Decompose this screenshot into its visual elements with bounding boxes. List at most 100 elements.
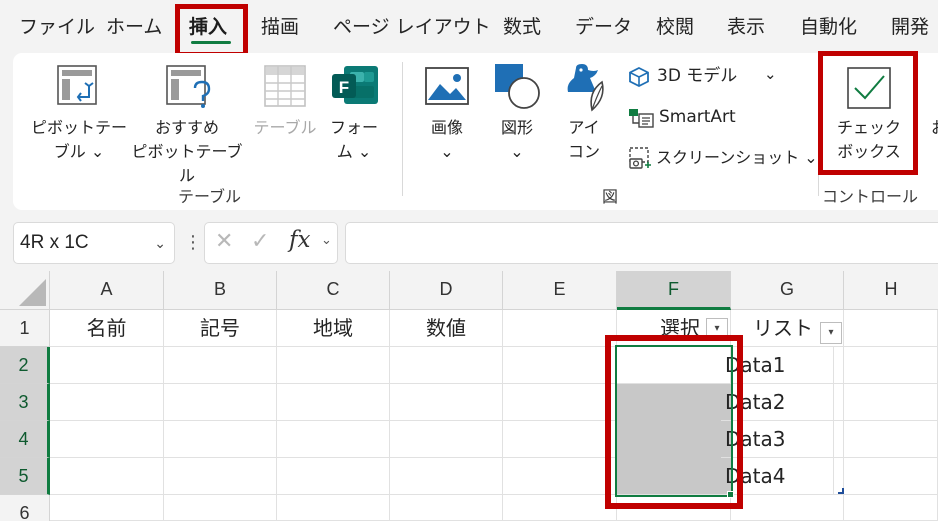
row-header-1[interactable]: 1 <box>0 310 50 347</box>
filter-dropdown-g-icon[interactable]: ▾ <box>820 322 842 344</box>
column-header-h[interactable]: H <box>844 271 938 310</box>
grid-cell[interactable] <box>390 458 503 495</box>
grid-cell[interactable] <box>503 458 617 495</box>
column-header-e[interactable]: E <box>503 271 617 310</box>
smartart-icon <box>629 109 654 128</box>
grid-cell[interactable] <box>277 421 390 458</box>
grid-cell[interactable] <box>503 495 617 521</box>
smartart-button[interactable]: SmartArt <box>659 105 736 129</box>
image-button[interactable]: 画像 ⌄ <box>418 116 476 164</box>
more-options-icon[interactable]: ⋮ <box>184 232 202 253</box>
row-header-5[interactable]: 5 <box>0 458 50 495</box>
grid-cell[interactable] <box>390 495 503 521</box>
grid-cell[interactable] <box>277 458 390 495</box>
grid-cell[interactable] <box>50 421 164 458</box>
grid-cell[interactable] <box>390 384 503 421</box>
grid-cell[interactable] <box>844 458 938 495</box>
grid-cell[interactable] <box>844 310 938 347</box>
grid-cell[interactable] <box>164 347 277 384</box>
tab-view[interactable]: 表示 <box>727 12 765 42</box>
grid-cell[interactable] <box>503 347 617 384</box>
grid-cell[interactable] <box>503 421 617 458</box>
table-button[interactable]: テーブル <box>251 116 319 140</box>
icons-icon <box>567 64 604 112</box>
grid-cell[interactable] <box>503 310 617 347</box>
function-chevron-icon[interactable]: ⌄ <box>321 233 332 248</box>
column-header-b[interactable]: B <box>164 271 277 310</box>
svg-text:F: F <box>339 78 349 97</box>
tab-developer[interactable]: 開発 <box>891 12 929 42</box>
tab-page-layout[interactable]: ページ レイアウト <box>333 12 491 42</box>
image-icon <box>425 67 469 105</box>
grid-cell[interactable] <box>277 347 390 384</box>
cell-b1[interactable]: 記号 <box>164 310 277 347</box>
grid-cell[interactable] <box>164 384 277 421</box>
grid-cell[interactable] <box>277 384 390 421</box>
screenshot-icon <box>629 147 651 169</box>
grid-cell[interactable] <box>503 384 617 421</box>
cube-icon <box>629 66 649 88</box>
cell-c1[interactable]: 地域 <box>277 310 390 347</box>
tab-file[interactable]: ファイル <box>19 12 95 42</box>
grid-cell[interactable] <box>844 421 938 458</box>
select-all-triangle-icon <box>19 279 46 306</box>
row-header-2[interactable]: 2 <box>0 347 50 384</box>
formula-input[interactable] <box>345 222 938 264</box>
shapes-icon <box>495 64 540 109</box>
tab-automate[interactable]: 自動化 <box>800 12 857 42</box>
3d-models-chevron-icon[interactable]: ⌄ <box>764 62 777 86</box>
grid-cell[interactable] <box>50 384 164 421</box>
cell-a1[interactable]: 名前 <box>50 310 164 347</box>
menu-tabs: ファイル ホーム 挿入 描画 ページ レイアウト 数式 データ 校閲 表示 自動… <box>0 0 938 52</box>
name-box-chevron-icon[interactable]: ⌄ <box>154 223 166 263</box>
grid-cell[interactable] <box>164 458 277 495</box>
group-label-tables: テーブル <box>178 187 242 206</box>
forms-button[interactable]: フォー ム ⌄ <box>322 116 386 164</box>
grid-cell[interactable] <box>844 347 938 384</box>
grid-cell[interactable] <box>731 495 844 521</box>
insert-function-icon[interactable]: fx <box>289 227 310 253</box>
grid-cell[interactable] <box>50 495 164 521</box>
ribbon-separator <box>402 62 403 196</box>
name-box[interactable]: 4R x 1C ⌄ <box>13 222 175 264</box>
grid-cell[interactable] <box>844 384 938 421</box>
table-resize-handle-icon[interactable] <box>838 488 844 494</box>
formula-buttons: ✕ ✓ fx ⌄ <box>204 222 338 264</box>
grid-cell[interactable] <box>50 347 164 384</box>
column-header-c[interactable]: C <box>277 271 390 310</box>
column-header-a[interactable]: A <box>50 271 164 310</box>
column-header-g[interactable]: G <box>731 271 844 310</box>
tab-draw[interactable]: 描画 <box>261 12 299 42</box>
table-icon <box>264 65 306 107</box>
tab-review[interactable]: 校閲 <box>656 12 694 42</box>
grid-cell[interactable] <box>390 421 503 458</box>
row-header-3[interactable]: 3 <box>0 384 50 421</box>
enter-icon[interactable]: ✓ <box>251 229 269 254</box>
select-all-corner[interactable] <box>0 271 50 310</box>
cell-d1[interactable]: 数値 <box>390 310 503 347</box>
recommended-pivot-icon <box>166 65 211 108</box>
pivot-table-button[interactable]: ピボットテー ブル ⌄ <box>26 116 132 164</box>
group-label-illustrations: 図 <box>602 187 619 206</box>
grid-cell[interactable] <box>164 495 277 521</box>
screenshot-button[interactable]: スクリーンショット ⌄ <box>656 146 818 170</box>
column-header-d[interactable]: D <box>390 271 503 310</box>
shapes-button[interactable]: 図形 ⌄ <box>490 116 544 164</box>
grid-cell[interactable] <box>844 495 938 521</box>
checkbox-highlight <box>818 51 918 175</box>
grid-cell[interactable] <box>277 495 390 521</box>
grid-cell[interactable] <box>164 421 277 458</box>
tab-home[interactable]: ホーム <box>106 12 162 42</box>
icons-button[interactable]: アイ コン <box>560 116 608 164</box>
cancel-icon[interactable]: ✕ <box>215 229 233 254</box>
grid-cell[interactable] <box>50 458 164 495</box>
row-header-6[interactable]: 6 <box>0 495 50 521</box>
column-header-f[interactable]: F <box>617 271 731 310</box>
grid-cell[interactable] <box>390 347 503 384</box>
tab-data[interactable]: データ <box>575 12 632 42</box>
recommended-pivot-button[interactable]: おすすめ ピボットテーブル <box>126 116 248 188</box>
3d-models-button[interactable]: 3D モデル <box>657 64 737 88</box>
row-header-4[interactable]: 4 <box>0 421 50 458</box>
tab-formulas[interactable]: 数式 <box>503 12 541 42</box>
pivot-table-icon <box>57 65 97 105</box>
